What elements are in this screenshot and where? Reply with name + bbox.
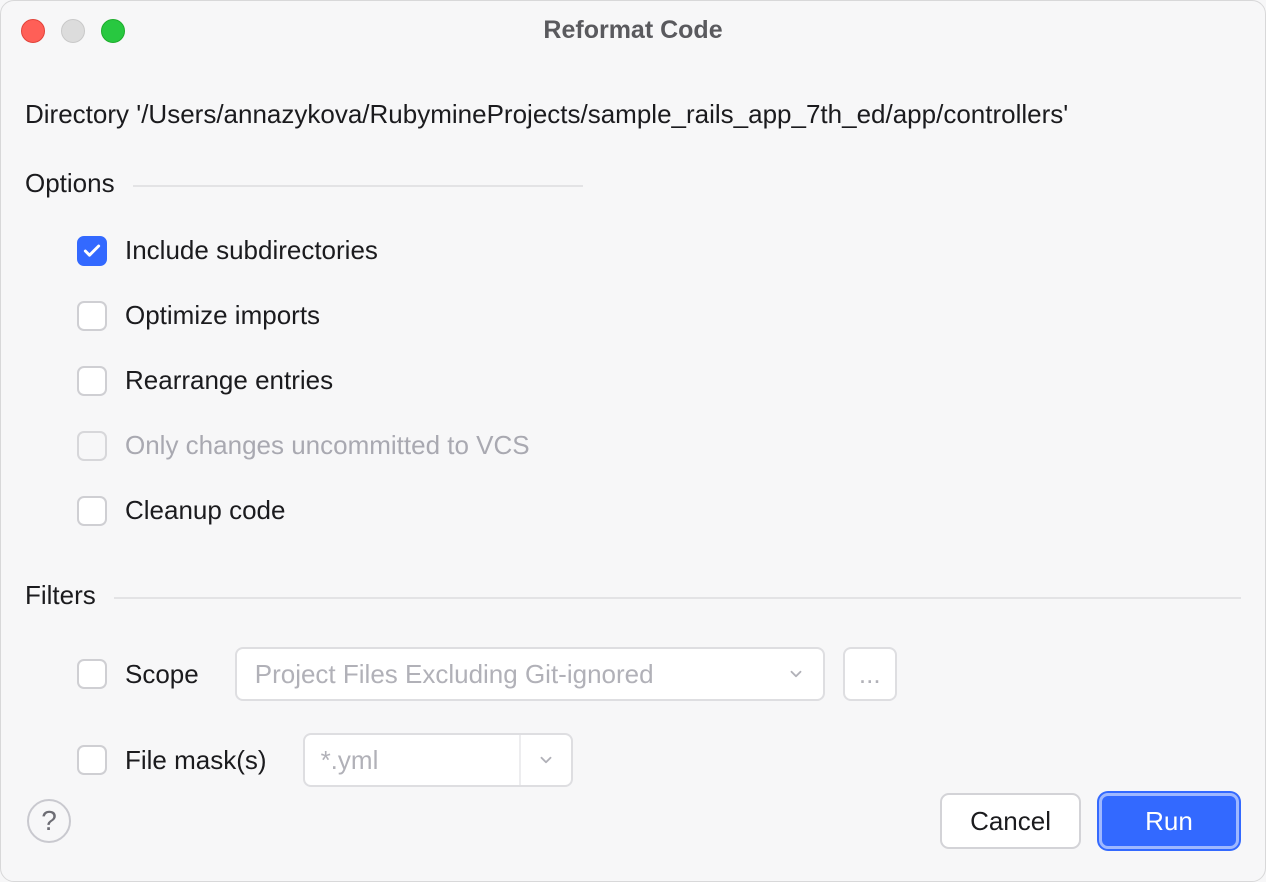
- filters-section: Filters Scope Project Files Excluding Gi…: [25, 580, 1241, 787]
- filters-heading-text: Filters: [25, 580, 96, 611]
- label-scope: Scope: [125, 659, 199, 690]
- scope-selected-text: Project Files Excluding Git-ignored: [255, 659, 777, 690]
- options-list: Include subdirectories Optimize imports …: [25, 199, 1241, 534]
- titlebar: Reformat Code: [1, 1, 1265, 51]
- checkbox-scope[interactable]: [77, 659, 107, 689]
- label-file-mask: File mask(s): [125, 745, 267, 776]
- option-include-subdirectories[interactable]: Include subdirectories: [77, 235, 1241, 266]
- divider: [114, 597, 1241, 599]
- reformat-code-dialog: Reformat Code Directory '/Users/annazyko…: [0, 0, 1266, 882]
- filters-list: Scope Project Files Excluding Git-ignore…: [25, 611, 1241, 787]
- option-optimize-imports[interactable]: Optimize imports: [77, 300, 1241, 331]
- help-icon: ?: [41, 805, 57, 837]
- window-title: Reformat Code: [1, 16, 1265, 45]
- dialog-footer: ? Cancel Run: [1, 791, 1265, 881]
- file-mask-value: *.yml: [305, 735, 519, 785]
- directory-path-label: Directory '/Users/annazykova/RubyminePro…: [25, 99, 1241, 130]
- filter-scope-row: Scope Project Files Excluding Git-ignore…: [77, 647, 1241, 701]
- label-only-changes-vcs: Only changes uncommitted to VCS: [125, 430, 530, 461]
- label-rearrange-entries: Rearrange entries: [125, 365, 333, 396]
- chevron-down-icon: [537, 751, 555, 769]
- checkbox-optimize-imports[interactable]: [77, 301, 107, 331]
- ellipsis-icon: ...: [859, 659, 881, 690]
- option-cleanup-code[interactable]: Cleanup code: [77, 495, 1241, 526]
- cancel-button[interactable]: Cancel: [940, 793, 1081, 849]
- label-optimize-imports: Optimize imports: [125, 300, 320, 331]
- cancel-button-label: Cancel: [970, 806, 1051, 837]
- file-mask-arrow[interactable]: [519, 735, 571, 785]
- run-button-label: Run: [1145, 806, 1193, 837]
- dialog-content: Directory '/Users/annazykova/RubyminePro…: [1, 51, 1265, 881]
- filters-section-heading: Filters: [25, 580, 1241, 611]
- scope-ellipsis-button[interactable]: ...: [843, 647, 897, 701]
- option-rearrange-entries[interactable]: Rearrange entries: [77, 365, 1241, 396]
- option-only-changes-vcs: Only changes uncommitted to VCS: [77, 430, 1241, 461]
- checkbox-cleanup-code[interactable]: [77, 496, 107, 526]
- label-cleanup-code: Cleanup code: [125, 495, 285, 526]
- checkmark-icon: [82, 241, 102, 261]
- file-mask-dropdown[interactable]: *.yml: [303, 733, 573, 787]
- filter-file-mask-row: File mask(s) *.yml: [77, 733, 1241, 787]
- options-heading-text: Options: [25, 168, 115, 199]
- checkbox-include-subdirectories[interactable]: [77, 236, 107, 266]
- label-include-subdirectories: Include subdirectories: [125, 235, 378, 266]
- chevron-down-icon: [787, 665, 805, 683]
- run-button[interactable]: Run: [1099, 793, 1239, 849]
- help-button[interactable]: ?: [27, 799, 71, 843]
- checkbox-rearrange-entries[interactable]: [77, 366, 107, 396]
- checkbox-file-mask[interactable]: [77, 745, 107, 775]
- options-section-heading: Options: [25, 168, 1241, 199]
- checkbox-only-changes-vcs: [77, 431, 107, 461]
- divider: [133, 185, 583, 187]
- scope-dropdown[interactable]: Project Files Excluding Git-ignored: [235, 647, 825, 701]
